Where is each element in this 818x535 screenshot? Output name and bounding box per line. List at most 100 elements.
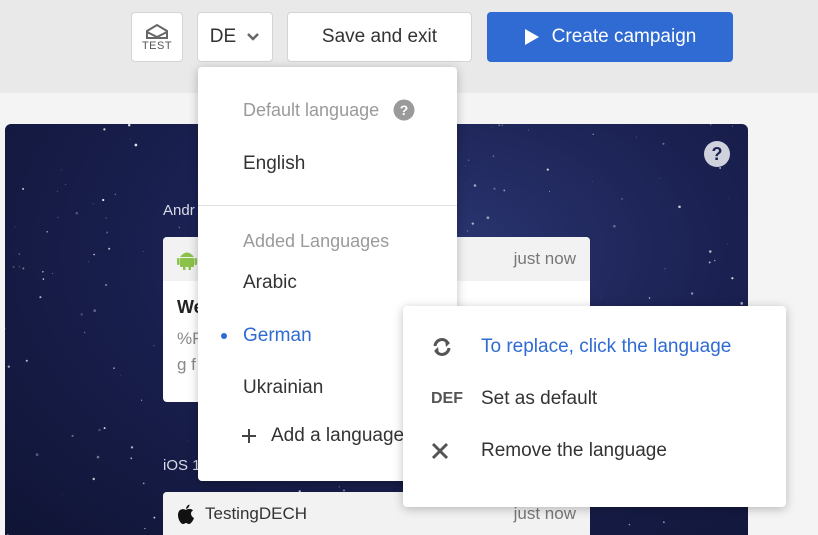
star xyxy=(731,125,733,127)
android-notif-time: just now xyxy=(513,249,576,268)
star xyxy=(106,231,109,234)
star xyxy=(57,216,59,218)
star xyxy=(127,124,131,127)
star xyxy=(498,124,501,127)
star xyxy=(466,230,469,232)
star xyxy=(25,359,28,362)
language-select[interactable]: DE xyxy=(197,12,273,62)
star xyxy=(129,139,131,141)
star xyxy=(93,253,95,256)
test-button[interactable]: TEST xyxy=(131,12,183,62)
ios-notif-time: just now xyxy=(513,504,576,523)
star xyxy=(473,184,477,187)
star xyxy=(708,261,711,264)
star xyxy=(96,455,100,459)
star xyxy=(42,278,45,280)
remove-language-label: Remove the language xyxy=(481,440,667,461)
star xyxy=(61,493,63,495)
star xyxy=(713,259,716,262)
star xyxy=(188,440,189,442)
star xyxy=(42,271,44,273)
star xyxy=(5,327,6,330)
ios-app-name: TestingDECH xyxy=(205,504,308,523)
star xyxy=(75,212,78,215)
star xyxy=(592,133,595,136)
default-language-header-label: Default language xyxy=(243,99,380,120)
help-icon[interactable]: ? xyxy=(393,99,415,121)
selected-indicator xyxy=(221,333,227,339)
star xyxy=(18,253,21,256)
language-item-german[interactable]: German xyxy=(243,325,312,347)
set-default-label: Set as default xyxy=(481,388,598,409)
star xyxy=(113,367,115,369)
star xyxy=(338,486,341,488)
star xyxy=(141,399,143,401)
plus-icon xyxy=(242,429,256,443)
star xyxy=(493,187,496,190)
star xyxy=(727,243,728,245)
set-default-item[interactable]: DEF Set as default xyxy=(427,388,597,410)
star xyxy=(709,250,712,253)
star xyxy=(503,189,506,192)
star xyxy=(61,169,63,171)
star xyxy=(88,261,90,263)
star xyxy=(467,159,470,162)
star xyxy=(80,313,83,316)
star xyxy=(728,198,730,200)
star xyxy=(120,374,121,376)
star xyxy=(130,446,134,449)
star xyxy=(678,205,681,209)
add-language-button[interactable]: Add a language xyxy=(241,425,404,447)
star xyxy=(71,434,74,438)
envelope-icon xyxy=(146,23,168,39)
star xyxy=(621,198,623,200)
def-icon: DEF xyxy=(431,390,463,407)
save-exit-button[interactable]: Save and exit xyxy=(287,12,472,62)
star xyxy=(46,230,49,233)
star xyxy=(690,292,694,295)
star xyxy=(102,198,105,202)
svg-text:?: ? xyxy=(400,102,409,118)
star xyxy=(549,190,550,192)
default-language-header: Default language ? xyxy=(243,99,415,121)
star xyxy=(600,296,602,298)
create-campaign-button[interactable]: Create campaign xyxy=(487,12,733,62)
star xyxy=(464,183,466,185)
star xyxy=(144,528,146,530)
star xyxy=(57,191,58,193)
star xyxy=(628,523,631,526)
test-label: TEST xyxy=(141,39,173,52)
star xyxy=(663,521,665,523)
star xyxy=(103,427,106,430)
star xyxy=(65,183,67,185)
star xyxy=(659,177,660,179)
apple-icon xyxy=(178,504,194,524)
star xyxy=(664,268,666,270)
replace-language-label: To replace, click the language xyxy=(481,336,732,357)
star xyxy=(52,272,54,274)
star xyxy=(178,226,181,229)
remove-language-item[interactable]: Remove the language xyxy=(427,440,667,462)
divider xyxy=(198,205,457,206)
language-code: DE xyxy=(209,26,237,47)
star xyxy=(143,251,144,253)
star xyxy=(114,193,116,195)
star xyxy=(22,187,25,190)
star xyxy=(142,482,145,485)
star xyxy=(22,267,25,270)
play-icon xyxy=(524,29,539,45)
language-item-ukrainian[interactable]: Ukrainian xyxy=(243,377,323,399)
language-item-arabic[interactable]: Arabic xyxy=(243,272,297,294)
star xyxy=(471,222,474,225)
star xyxy=(546,168,549,171)
refresh-icon xyxy=(433,338,451,356)
star xyxy=(103,128,106,131)
star xyxy=(39,296,42,299)
help-icon[interactable]: ? xyxy=(703,140,731,173)
star xyxy=(490,126,492,128)
star xyxy=(662,142,665,145)
replace-language-item[interactable]: To replace, click the language xyxy=(427,336,731,358)
language-item-english[interactable]: English xyxy=(243,153,305,175)
star xyxy=(108,247,111,250)
star xyxy=(153,516,156,519)
